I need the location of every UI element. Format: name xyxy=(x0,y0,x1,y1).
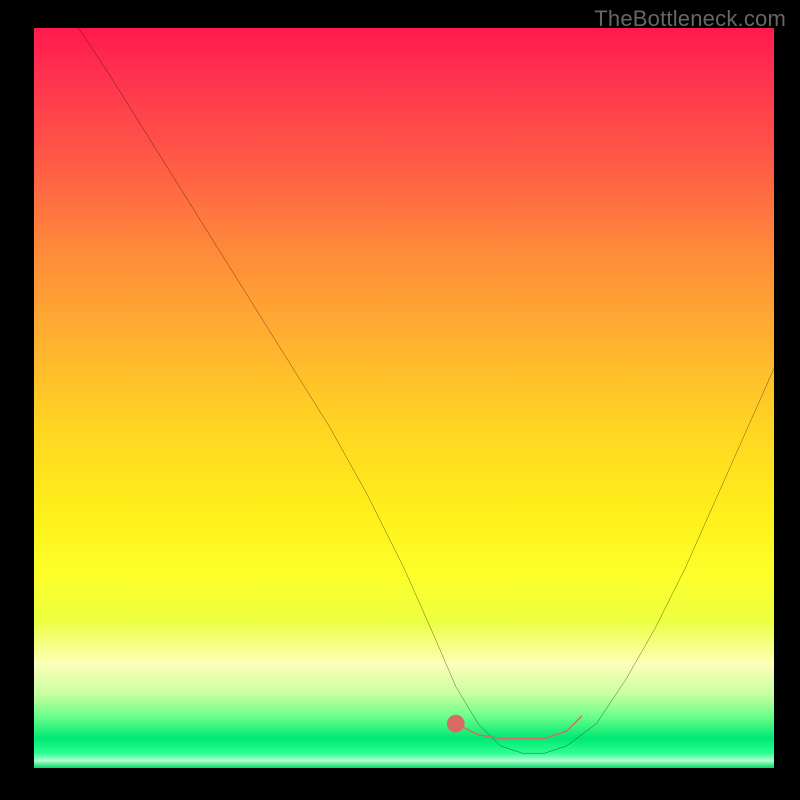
chart-svg xyxy=(34,28,774,768)
watermark-text: TheBottleneck.com xyxy=(594,6,786,32)
bottleneck-curve-path xyxy=(78,28,774,753)
chart-plot-area xyxy=(34,28,774,768)
optimal-segment-path xyxy=(456,716,582,738)
optimal-start-dot xyxy=(447,715,465,733)
